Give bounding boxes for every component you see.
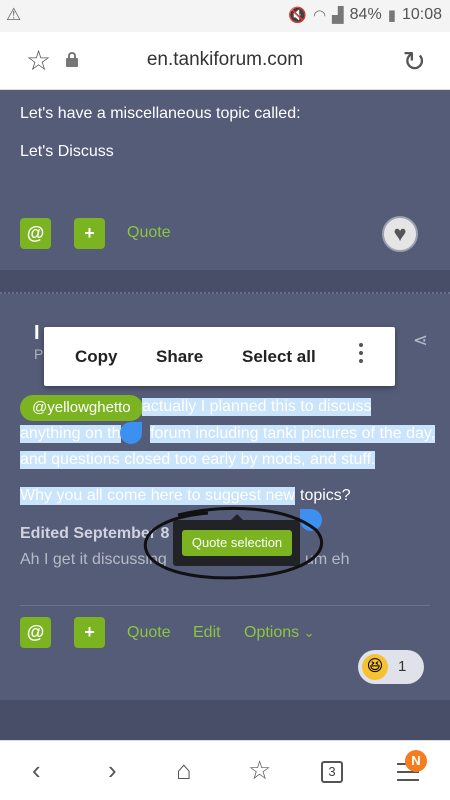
clock: 10:08 [401, 6, 442, 23]
battery-percent: 84% [349, 6, 382, 23]
quote-link[interactable]: Quote [127, 624, 171, 642]
home-icon[interactable]: ⌂ [176, 755, 192, 786]
reaction-count: 1 [398, 658, 407, 675]
forward-icon[interactable]: › [108, 755, 117, 786]
laughing-emoji-icon: 😆 [362, 654, 388, 680]
tabs-button[interactable]: 3 [321, 761, 343, 783]
mention-button[interactable]: @ [20, 617, 51, 648]
post-separator [0, 700, 450, 740]
edit-link[interactable]: Edit [193, 624, 221, 642]
share-icon[interactable]: ⋖ [413, 330, 428, 351]
more-vertical-icon[interactable] [359, 343, 365, 367]
copy-menu-item[interactable]: Copy [75, 347, 118, 367]
plus-button[interactable]: + [74, 218, 105, 249]
mention-button[interactable]: @ [20, 218, 51, 249]
post-separator [0, 270, 450, 294]
notification-badge: N [405, 750, 427, 772]
warning-icon: ⚠ [6, 5, 22, 24]
reload-icon[interactable]: ↻ [403, 45, 426, 78]
text-selection-menu: Copy Share Select all [44, 327, 395, 386]
back-icon[interactable]: ‹ [32, 755, 41, 786]
like-heart-button[interactable]: ♥ [382, 216, 418, 252]
url-bar: ☆ en.tankiforum.com ↻ [0, 32, 450, 90]
signal-icon: ▟ [332, 7, 344, 24]
quote-link[interactable]: Quote [127, 224, 171, 242]
browser-bottom-bar: ‹ › ⌂ ☆ 3 N [0, 740, 450, 800]
address-field[interactable]: en.tankiforum.com [0, 49, 450, 71]
selected-text: anything on th [20, 425, 121, 443]
options-link[interactable]: Options ⌄ [244, 624, 315, 642]
select-all-menu-item[interactable]: Select all [242, 347, 316, 367]
reaction-badge[interactable]: 😆 1 [358, 650, 424, 684]
plus-button[interactable]: + [74, 617, 105, 648]
post-line: Let's have a miscellaneous topic called: [20, 105, 301, 122]
chevron-down-icon: ⌄ [303, 625, 315, 640]
mute-icon: 🔇 [288, 7, 308, 24]
author-meta: P [34, 346, 44, 362]
selection-start-handle[interactable] [120, 422, 142, 444]
selected-text: and questions closed too early by mods, … [20, 451, 376, 469]
options-label: Options [244, 624, 300, 641]
mention-tag[interactable]: @yellowghetto [20, 395, 143, 421]
author-name: I [34, 322, 40, 344]
status-bar: ⚠ 🔇 ◠ ▟ 84% ▮ 10:08 [0, 0, 450, 32]
share-menu-item[interactable]: Share [156, 347, 203, 367]
bookmarks-icon[interactable]: ☆ [248, 755, 271, 786]
selected-text: forum including tanki pictures of the da… [150, 425, 436, 443]
divider [20, 605, 430, 606]
post-line: Let's Discuss [20, 143, 114, 160]
post-text: topics? [300, 487, 351, 504]
wifi-icon: ◠ [313, 7, 327, 24]
hand-drawn-circle [143, 506, 323, 580]
battery-icon: ▮ [387, 7, 396, 24]
selected-text: Why you all come here to suggest new [20, 487, 295, 505]
selected-text: actually I planned this to discuss [142, 398, 372, 416]
